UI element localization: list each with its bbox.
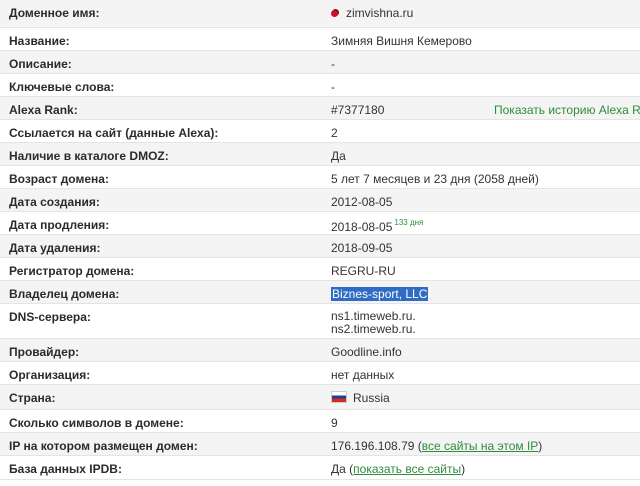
row-alexa-rank: Alexa Rank: #7377180 Показать историю Al… (0, 97, 640, 120)
label-description: Описание: (9, 57, 72, 71)
row-ip: IP на котором размещен домен: 176.196.10… (0, 433, 640, 456)
label-registrar: Регистратор домена: (9, 264, 135, 278)
label-country: Страна: (9, 391, 56, 405)
value-owner[interactable]: Biznes-sport, LLC (331, 287, 429, 301)
row-keywords: Ключевые слова: - (0, 74, 640, 97)
label-deletion: Дата удаления: (9, 241, 101, 255)
row-provider: Провайдер: Goodline.info (0, 339, 640, 362)
value-alexa-links: 2 (331, 126, 338, 140)
value-keywords: - (331, 80, 335, 94)
row-deletion: Дата удаления: 2018-09-05 (0, 235, 640, 258)
row-dns: DNS-сервера: ns1.timeweb.ru. ns2.timeweb… (0, 304, 640, 339)
row-domain-age: Возраст домена: 5 лет 7 месяцев и 23 дня… (0, 166, 640, 189)
label-owner: Владелец домена: (9, 287, 120, 301)
value-country: Russia (331, 391, 390, 405)
value-created: 2012-08-05 (331, 195, 393, 209)
value-renewal: 2018-08-05 133 дня (331, 218, 424, 234)
show-all-sites-link[interactable]: показать все сайты (353, 462, 461, 476)
value-provider: Goodline.info (331, 345, 402, 359)
value-ipdb: Да (показать все сайты) (331, 462, 466, 476)
label-alexa-rank: Alexa Rank: (9, 103, 78, 117)
label-title: Название: (9, 34, 70, 48)
row-country: Страна: Russia (0, 385, 640, 410)
row-dmoz: Наличие в каталоге DMOZ: Да (0, 143, 640, 166)
label-ip: IP на котором размещен домен: (9, 439, 198, 453)
value-dns: ns1.timeweb.ru. ns2.timeweb.ru. (331, 310, 416, 336)
row-description: Описание: - (0, 51, 640, 74)
value-domain-age: 5 лет 7 месяцев и 23 дня (2058 дней) (331, 172, 539, 186)
label-alexa-links: Ссылается на сайт (данные Alexa): (9, 126, 219, 140)
label-ipdb: База данных IPDB: (9, 462, 122, 476)
value-title: Зимняя Вишня Кемерово (331, 34, 472, 48)
row-title: Название: Зимняя Вишня Кемерово (0, 28, 640, 51)
label-organization: Организация: (9, 368, 91, 382)
selected-text[interactable]: Biznes-sport, LLC (331, 287, 429, 301)
domain-info-table: Доменное имя: zimvishna.ru Название: Зим… (0, 0, 640, 486)
days-remaining-badge: 133 дня (394, 218, 424, 227)
label-dns: DNS-сервера: (9, 310, 91, 324)
row-owner: Владелец домена: Biznes-sport, LLC (0, 281, 640, 304)
value-description: - (331, 57, 335, 71)
value-alexa-rank: #7377180 (331, 103, 385, 117)
value-ip: 176.196.108.79 (все сайты на этом IP) (331, 439, 543, 453)
label-dmoz: Наличие в каталоге DMOZ: (9, 149, 169, 163)
row-organization: Организация: нет данных (0, 362, 640, 385)
row-ipdb: База данных IPDB: Да (показать все сайты… (0, 456, 640, 480)
dns-server: ns2.timeweb.ru. (331, 322, 416, 336)
label-renewal: Дата продления: (9, 218, 110, 232)
value-dmoz: Да (331, 149, 346, 163)
value-domain-name: zimvishna.ru (331, 6, 413, 20)
label-keywords: Ключевые слова: (9, 80, 115, 94)
alexa-history-link[interactable]: Показать историю Alexa Rank (494, 103, 640, 117)
row-created: Дата создания: 2012-08-05 (0, 189, 640, 212)
label-domain-name: Доменное имя: (9, 6, 100, 20)
row-char-count: Сколько символов в домене: 9 (0, 410, 640, 433)
label-created: Дата создания: (9, 195, 100, 209)
row-renewal: Дата продления: 2018-08-05 133 дня (0, 212, 640, 235)
cherry-favicon-icon (331, 10, 338, 18)
row-alexa-links: Ссылается на сайт (данные Alexa): 2 (0, 120, 640, 143)
value-registrar: REGRU-RU (331, 264, 396, 278)
all-sites-on-ip-link[interactable]: все сайты на этом IP (422, 439, 539, 453)
label-domain-age: Возраст домена: (9, 172, 109, 186)
label-provider: Провайдер: (9, 345, 80, 359)
label-char-count: Сколько символов в домене: (9, 416, 184, 430)
value-organization: нет данных (331, 368, 395, 382)
russia-flag-icon (331, 391, 347, 403)
value-char-count: 9 (331, 416, 338, 430)
value-deletion: 2018-09-05 (331, 241, 393, 255)
row-registrar: Регистратор домена: REGRU-RU (0, 258, 640, 281)
row-domain-name: Доменное имя: zimvishna.ru (0, 0, 640, 28)
